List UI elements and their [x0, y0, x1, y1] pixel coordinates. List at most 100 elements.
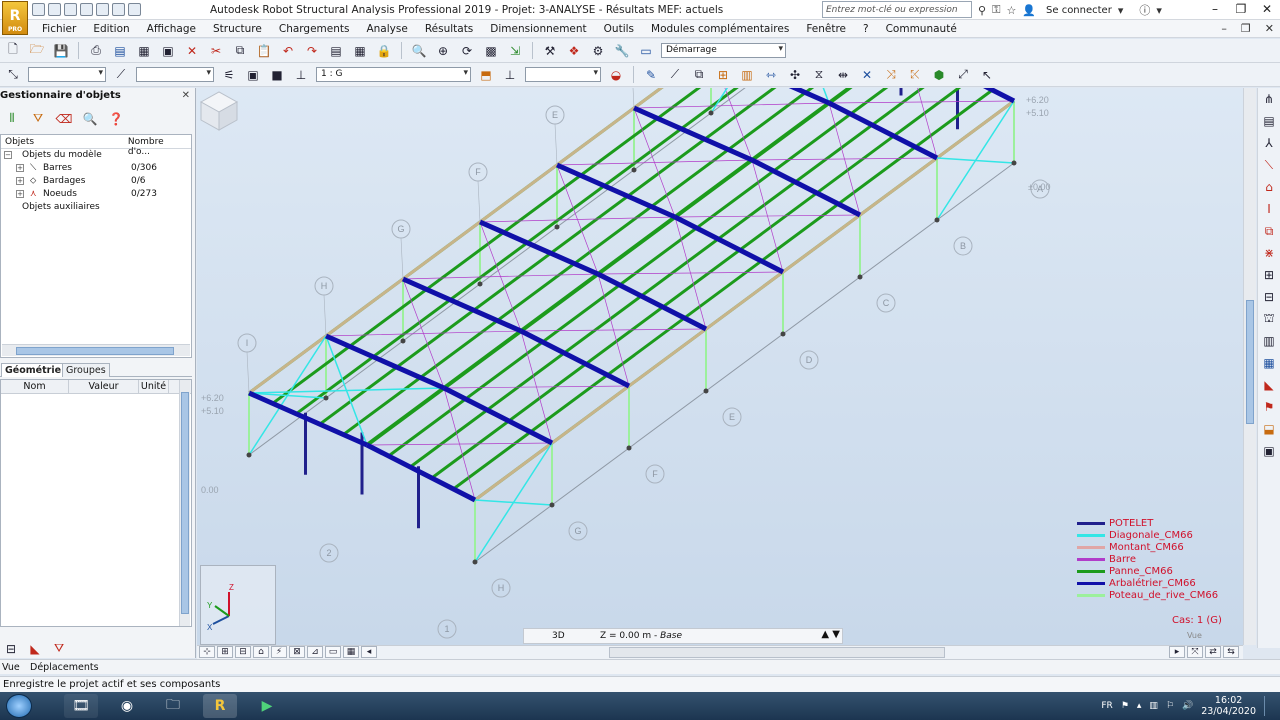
viewport-horizontal-scrollbar[interactable]	[609, 647, 945, 658]
mdi-minimize-icon[interactable]: –	[1221, 22, 1227, 35]
user-icon[interactable]: 👤	[1022, 4, 1036, 17]
properties-scrollbar[interactable]	[179, 380, 190, 626]
support-node[interactable]	[400, 338, 406, 344]
wall-bracing[interactable]	[710, 88, 788, 114]
tray-expand-icon[interactable]: ▴	[1137, 701, 1142, 711]
print-preview-icon[interactable]: ▤	[111, 42, 129, 59]
zoom-icon[interactable]: 🔍	[410, 42, 428, 59]
grid-axis-line[interactable]	[632, 88, 635, 109]
display-grid-icon[interactable]: ▦	[343, 646, 359, 658]
display-more-icon[interactable]: ◂	[361, 646, 377, 658]
delete-icon[interactable]: ✕	[183, 42, 201, 59]
table-icon[interactable]: ▦	[351, 42, 369, 59]
3d-viewport[interactable]: CDEFGHI21ABCDEFGH21+6.20+5.10±0.00+6.20+…	[197, 88, 1243, 645]
menu-help[interactable]: ?	[863, 23, 869, 35]
scroll-thumb[interactable]	[181, 392, 189, 614]
scroll-thumb[interactable]	[1246, 300, 1254, 424]
menu-resultats[interactable]: Résultats	[425, 23, 473, 35]
grid-axis-line[interactable]	[246, 351, 250, 394]
support-node[interactable]	[246, 452, 252, 458]
bar-select-icon[interactable]: ⟋	[112, 66, 130, 83]
new-icon[interactable]	[32, 3, 45, 16]
tab-geometrie[interactable]: Géométrie	[1, 363, 66, 377]
arc-tool-icon[interactable]: ↖	[978, 66, 996, 83]
design-results-icon[interactable]: ⚑	[1260, 398, 1278, 416]
section-icon[interactable]: ⌂	[1260, 178, 1278, 196]
support-node[interactable]	[631, 167, 637, 173]
viewport-vertical-scrollbar[interactable]	[1243, 88, 1256, 645]
node-selection-combo[interactable]	[28, 67, 106, 82]
viewcube[interactable]	[197, 88, 241, 132]
support-node[interactable]	[780, 331, 786, 337]
expand-icon[interactable]: +	[16, 164, 24, 172]
show-desktop-button[interactable]	[1264, 696, 1274, 716]
selection-view-icon[interactable]: ◣	[26, 640, 44, 657]
prop-col-nom[interactable]: Nom	[1, 380, 69, 393]
display-nodes-icon[interactable]: ⊹	[199, 646, 215, 658]
display-case-icon[interactable]: ◒	[607, 66, 625, 83]
snow-icon[interactable]: ⊟	[1260, 288, 1278, 306]
favorite-star-icon[interactable]: ☆	[1006, 4, 1016, 17]
minimize-icon[interactable]: –	[1202, 0, 1228, 20]
node-tool-icon[interactable]: ✎	[642, 66, 660, 83]
load-case-select[interactable]: 1 : G	[316, 67, 471, 82]
calc-grid-icon[interactable]: ▦	[1260, 354, 1278, 372]
support-node[interactable]	[1011, 160, 1017, 166]
grid-axis-line[interactable]	[400, 237, 404, 280]
menu-chargements[interactable]: Chargements	[279, 23, 350, 35]
file-explorer-icon[interactable]: 🗀	[156, 694, 190, 718]
menu-affichage[interactable]: Affichage	[147, 23, 196, 35]
support-node[interactable]	[626, 445, 632, 451]
support-tool-icon[interactable]: ⧉	[690, 66, 708, 83]
release-tool-icon[interactable]: ⬢	[930, 66, 948, 83]
object-icon[interactable]: ■	[268, 66, 286, 83]
subscription-icon[interactable]: ⚿	[992, 3, 1000, 17]
tab-vue[interactable]: Vue	[2, 662, 20, 673]
view-options-icon[interactable]: ⇆	[1223, 646, 1239, 658]
redo-icon[interactable]: ↷	[303, 42, 321, 59]
node-select-icon[interactable]: ⤡	[4, 66, 22, 83]
mdi-close-icon[interactable]: ✕	[1265, 22, 1274, 35]
report-icon[interactable]: ⬓	[1260, 420, 1278, 438]
tree-item-noeuds[interactable]: + ⋏ Noeuds 0/273	[1, 188, 191, 201]
paste-icon[interactable]: 📋	[255, 42, 273, 59]
clock[interactable]: 16:02 23/04/2020	[1201, 695, 1256, 717]
display-offsets-icon[interactable]: ⊿	[307, 646, 323, 658]
open-icon[interactable]	[48, 3, 61, 16]
expand-icon[interactable]: +	[16, 177, 24, 185]
app-logo[interactable]: R PRO	[2, 1, 28, 35]
rafter[interactable]	[906, 88, 1016, 104]
mirror-tool-icon[interactable]: ⇿	[762, 66, 780, 83]
bar-selection-combo[interactable]	[136, 67, 214, 82]
member-icon[interactable]: ⅄	[1260, 134, 1278, 152]
volume-icon[interactable]: 🔊	[1182, 701, 1193, 711]
mode-select[interactable]	[525, 67, 601, 82]
support-node[interactable]	[323, 395, 329, 401]
display-loads-icon[interactable]: ⚡	[271, 646, 287, 658]
prop-col-valeur[interactable]: Valeur	[69, 380, 139, 393]
undo-icon[interactable]: ↶	[279, 42, 297, 59]
login-dropdown-icon[interactable]: ▾	[1118, 4, 1124, 17]
case-select-icon[interactable]: ⊥	[292, 66, 310, 83]
view-mode-label[interactable]: 3D	[552, 631, 565, 641]
beam-icon[interactable]: Ⅰ	[1260, 200, 1278, 218]
combination-list-icon[interactable]: ▥	[1260, 332, 1278, 350]
support-node[interactable]	[857, 274, 863, 280]
grid-axis-line[interactable]	[554, 123, 558, 166]
design-icon[interactable]: ⚙	[589, 42, 607, 59]
calculate-icon[interactable]	[128, 3, 141, 16]
menu-fichier[interactable]: Fichier	[42, 23, 76, 35]
model-icon[interactable]: ❖	[565, 42, 583, 59]
tree-search-icon[interactable]: 🔍	[81, 110, 99, 127]
zoom-previous-icon[interactable]: ⇄	[1205, 646, 1221, 658]
page-setup-icon[interactable]: ▦	[135, 42, 153, 59]
wind-icon[interactable]: ⛫	[1260, 310, 1278, 328]
load-icon[interactable]: ⊞	[1260, 266, 1278, 284]
support-node[interactable]	[554, 224, 560, 230]
tree-filter-icon[interactable]: ⛛	[29, 110, 47, 127]
support-node[interactable]	[703, 388, 709, 394]
print-icon[interactable]: ⎙	[87, 42, 105, 59]
bar-table-icon[interactable]: ▤	[1260, 112, 1278, 130]
refresh-icon[interactable]: ⟳	[458, 42, 476, 59]
tree-help-icon[interactable]: ❓	[107, 110, 125, 127]
